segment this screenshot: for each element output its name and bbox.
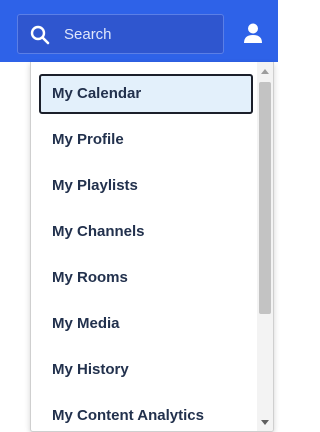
search-input[interactable]: [64, 15, 214, 53]
menu-item-my-media[interactable]: My Media: [39, 304, 253, 344]
user-icon[interactable]: [242, 22, 264, 46]
top-bar: [0, 0, 278, 62]
menu-item-my-channels[interactable]: My Channels: [39, 212, 253, 252]
menu-item-my-playlists[interactable]: My Playlists: [39, 166, 253, 206]
menu-item-my-content-analytics[interactable]: My Content Analytics: [39, 396, 253, 431]
scroll-up-arrow-icon[interactable]: [261, 69, 269, 74]
menu-item-my-rooms[interactable]: My Rooms: [39, 258, 253, 298]
menu-item-my-profile[interactable]: My Profile: [39, 120, 253, 160]
search-box[interactable]: [17, 14, 224, 54]
scrollbar[interactable]: [257, 62, 273, 431]
menu-item-my-calendar[interactable]: My Calendar: [39, 74, 253, 114]
scrollbar-thumb[interactable]: [259, 82, 271, 314]
scroll-down-arrow-icon[interactable]: [261, 420, 269, 425]
menu-item-my-history[interactable]: My History: [39, 350, 253, 390]
user-menu-dropdown: My Calendar My Profile My Playlists My C…: [30, 62, 274, 432]
search-icon[interactable]: [30, 25, 50, 45]
